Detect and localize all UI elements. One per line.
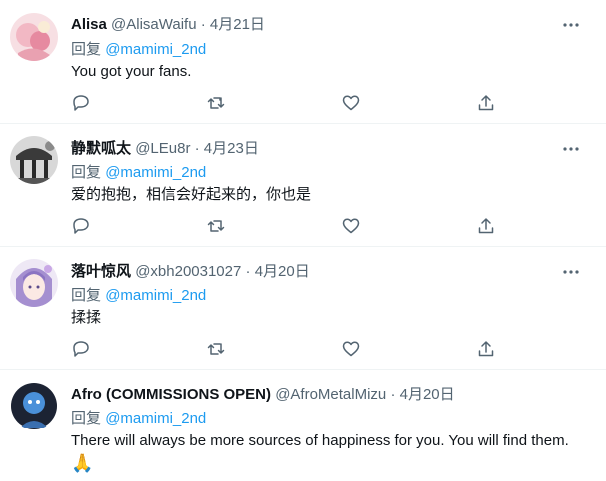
display-name[interactable]: Alisa [71,16,107,33]
avatar[interactable] [10,259,58,307]
retweet-icon[interactable] [206,93,226,113]
more-icon[interactable] [562,263,580,281]
more-icon[interactable] [562,140,580,158]
user-handle[interactable]: @AlisaWaifu [111,16,197,33]
avatar[interactable] [10,136,58,184]
share-icon[interactable] [476,216,496,236]
reply-prefix: 回复 [71,164,102,181]
tweet[interactable]: 静默呱太 @LEu8r · 4月23日 回复 @mamimi_2nd 爱的抱抱，… [0,124,606,247]
reply-mention-link[interactable]: @mamimi_2nd [105,287,206,304]
reply-context: 回复 @mamimi_2nd [71,41,206,59]
avatar-image [10,259,58,307]
retweet-icon[interactable] [206,339,226,359]
tweet-date[interactable]: 4月23日 [204,140,259,157]
share-icon[interactable] [476,93,496,113]
reply-prefix: 回复 [71,410,102,427]
tweet[interactable]: Alisa @AlisaWaifu · 4月21日 回复 @mamimi_2nd… [0,0,606,124]
reply-mention-link[interactable]: @mamimi_2nd [105,41,206,58]
tweet-header: 落叶惊风 @xbh20031027 · 4月20日 [71,263,310,281]
action-bar [71,216,501,236]
reply-mention-link[interactable]: @mamimi_2nd [105,164,206,181]
reply-prefix: 回复 [71,287,102,304]
tweet-text: You got your fans. [71,63,192,80]
tweet-header: Afro (COMMISSIONS OPEN) @AfroMetalMizu ·… [71,386,455,404]
reply-icon[interactable] [71,93,91,113]
separator-dot: · [200,16,206,33]
share-icon[interactable] [476,339,496,359]
avatar[interactable] [10,13,58,61]
tweet-header: 静默呱太 @LEu8r · 4月23日 [71,140,259,158]
tweet[interactable]: 落叶惊风 @xbh20031027 · 4月20日 回复 @mamimi_2nd… [0,247,606,370]
tweet-date[interactable]: 4月20日 [255,263,310,280]
display-name[interactable]: 落叶惊风 [71,263,131,280]
reply-context: 回复 @mamimi_2nd [71,287,206,305]
avatar-image [10,13,58,61]
avatar-image [10,382,58,430]
avatar-image [10,136,58,184]
reply-timeline: Alisa @AlisaWaifu · 4月21日 回复 @mamimi_2nd… [0,0,606,481]
user-handle[interactable]: @LEu8r [135,140,190,157]
action-bar [71,339,501,359]
display-name[interactable]: 静默呱太 [71,140,131,157]
tweet-date[interactable]: 4月20日 [400,386,455,403]
user-handle[interactable]: @xbh20031027 [135,263,241,280]
like-icon[interactable] [341,93,361,113]
reply-context: 回复 @mamimi_2nd [71,164,206,182]
tweet-header: Alisa @AlisaWaifu · 4月21日 [71,16,265,34]
separator-dot: · [390,386,396,403]
tweet-text: There will always be more sources of hap… [71,432,569,449]
tweet-date[interactable]: 4月21日 [210,16,265,33]
retweet-icon[interactable] [206,216,226,236]
action-bar [71,93,501,113]
reply-icon[interactable] [71,339,91,359]
avatar[interactable] [10,382,58,430]
like-icon[interactable] [341,216,361,236]
user-handle[interactable]: @AfroMetalMizu [275,386,386,403]
like-icon[interactable] [341,339,361,359]
folded-hands-emoji: 🙏 [71,453,94,473]
tweet-text: 揉揉 [71,309,102,326]
more-icon[interactable] [562,16,580,34]
tweet[interactable]: Afro (COMMISSIONS OPEN) @AfroMetalMizu ·… [0,370,606,481]
reply-mention-link[interactable]: @mamimi_2nd [105,410,206,427]
display-name[interactable]: Afro (COMMISSIONS OPEN) [71,386,271,403]
separator-dot: · [245,263,251,280]
separator-dot: · [194,140,200,157]
reply-prefix: 回复 [71,41,102,58]
tweet-text: 爱的抱抱，相信会好起来的，你也是 [71,186,312,203]
reply-context: 回复 @mamimi_2nd [71,410,206,428]
reply-icon[interactable] [71,216,91,236]
